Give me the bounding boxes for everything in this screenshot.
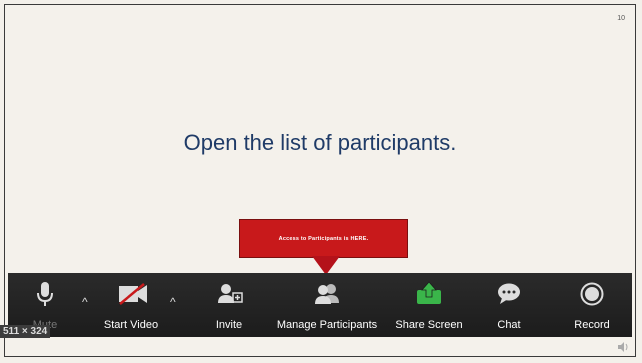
participants-icon [313, 283, 341, 305]
start-video-button[interactable]: Start Video [96, 273, 166, 337]
callout-box: Access to Participants is HERE. [239, 219, 408, 258]
callout-text: Access to Participants is HERE. [278, 235, 369, 242]
share-screen-label: Share Screen [395, 319, 463, 331]
invite-icon [217, 283, 243, 305]
meeting-toolbar: Mute ^ Start Video ^ [8, 273, 632, 337]
slide-title: Open the list of participants. [183, 130, 457, 155]
manage-participants-button[interactable]: Manage Participants [266, 273, 388, 337]
presentation-slide: 10 Open the list of participants. Access… [4, 4, 636, 357]
audio-options-caret[interactable]: ^ [82, 295, 88, 309]
start-video-label: Start Video [103, 319, 159, 331]
dimension-badge: 511 × 324 [0, 325, 51, 338]
video-options-caret[interactable]: ^ [170, 295, 176, 309]
record-icon [580, 282, 604, 306]
invite-label: Invite [215, 319, 243, 331]
record-label: Record [574, 319, 610, 331]
invite-button[interactable]: Invite [204, 273, 254, 337]
microphone-icon [35, 281, 55, 309]
video-off-icon [118, 283, 148, 305]
chat-icon [497, 283, 521, 305]
record-button[interactable]: Record [564, 273, 620, 337]
speaker-icon [617, 342, 629, 352]
chat-label: Chat [497, 319, 521, 331]
chat-button[interactable]: Chat [484, 273, 534, 337]
manage-participants-label: Manage Participants [276, 319, 378, 331]
share-screen-button[interactable]: Share Screen [390, 273, 468, 337]
slide-number: 10 [617, 15, 625, 22]
share-screen-icon [416, 281, 442, 305]
